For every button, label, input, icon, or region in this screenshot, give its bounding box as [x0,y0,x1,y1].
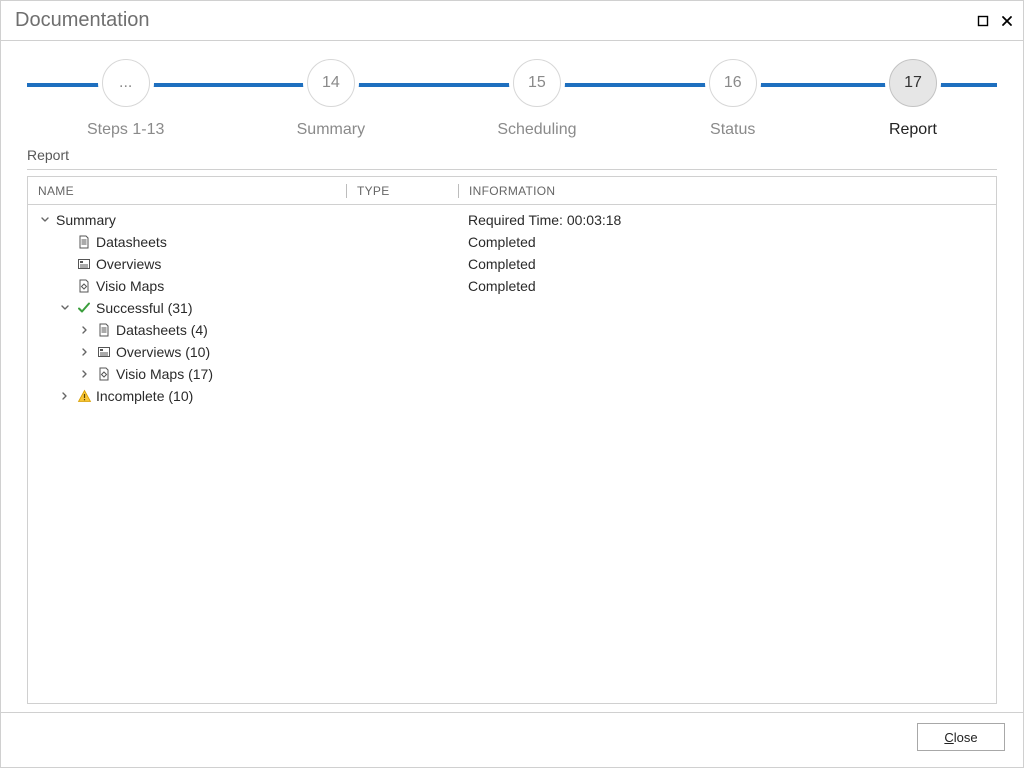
section-rule [27,169,997,170]
report-table: NAME TYPE INFORMATION Summary Required Ti… [27,176,997,704]
chevron-right-icon[interactable] [58,389,72,403]
chevron-down-icon[interactable] [38,213,52,227]
header-type[interactable]: TYPE [346,184,458,198]
chevron-down-icon[interactable] [58,301,72,315]
close-button-rest: lose [954,730,978,745]
row-name: Successful (31) [96,300,192,316]
step-circle: 15 [513,59,561,107]
information-cell: Completed [458,278,712,294]
chevron-right-icon[interactable] [78,323,92,337]
row-name: Summary [56,212,116,228]
step-circle: 16 [709,59,757,107]
step-label: Summary [297,121,365,139]
wizard-stepper: ...Steps 1-1314Summary15Scheduling16Stat… [27,59,997,121]
overview-icon [76,256,92,272]
step-circle: ... [102,59,150,107]
title-bar: Documentation [1,1,1023,41]
row-name: Overviews (10) [116,344,210,360]
header-name[interactable]: NAME [28,184,346,198]
table-row[interactable]: Incomplete (10) [28,385,996,407]
step-circle: 17 [889,59,937,107]
name-cell: Visio Maps [28,278,346,294]
chevron-right-icon[interactable] [78,367,92,381]
name-cell: Overviews [28,256,346,272]
overview-icon [96,344,112,360]
table-row[interactable]: Visio Maps (17) [28,363,996,385]
name-cell: Datasheets (4) [28,322,346,338]
step-scheduling[interactable]: 15 Scheduling [497,59,576,139]
step-summary[interactable]: 14 Summary [297,59,365,139]
name-cell: Incomplete (10) [28,388,346,404]
visio-icon [76,278,92,294]
close-icon[interactable] [999,13,1015,29]
window-controls [975,13,1015,29]
content-area: ... Steps 1-13 14 Summary 15 Scheduling 16 Stat… [1,41,1023,712]
step-status[interactable]: 16 Status [709,59,757,139]
check-icon [76,300,92,316]
step-label: Scheduling [497,121,576,139]
row-name: Datasheets [96,234,167,250]
table-row[interactable]: Overviews Completed [28,253,996,275]
step-steps-1-13[interactable]: ... Steps 1-13 [87,59,164,139]
maximize-icon[interactable] [975,13,991,29]
information-cell: Completed [458,256,712,272]
document-icon [76,234,92,250]
name-cell: Overviews (10) [28,344,346,360]
table-row[interactable]: Successful (31) [28,297,996,319]
close-button[interactable]: Close [917,723,1005,751]
information-cell: Required Time: 00:03:18 [458,212,712,228]
table-row[interactable]: Datasheets (4) [28,319,996,341]
header-information[interactable]: INFORMATION [458,184,712,198]
row-name: Incomplete (10) [96,388,193,404]
name-cell: Visio Maps (17) [28,366,346,382]
step-circle: 14 [307,59,355,107]
visio-icon [96,366,112,382]
documentation-window: Documentation ... Steps 1-13 14 Summary 15 Sc… [0,0,1024,768]
warning-icon [76,388,92,404]
table-header: NAME TYPE INFORMATION [28,177,996,205]
table-row[interactable]: Overviews (10) [28,341,996,363]
name-cell: Datasheets [28,234,346,250]
step-label: Status [710,121,755,139]
close-button-underline: C [944,730,953,745]
table-row[interactable]: Datasheets Completed [28,231,996,253]
row-name: Datasheets (4) [116,322,208,338]
row-name: Visio Maps [96,278,164,294]
information-cell: Completed [458,234,712,250]
row-name: Visio Maps (17) [116,366,213,382]
table-row[interactable]: Summary Required Time: 00:03:18 [28,209,996,231]
row-name: Overviews [96,256,161,272]
section-heading: Report [27,147,997,163]
name-cell: Summary [28,212,346,228]
document-icon [96,322,112,338]
table-body: Summary Required Time: 00:03:18 Datasheets… [28,205,996,703]
footer: Close [1,712,1023,767]
step-label: Steps 1-13 [87,121,164,139]
chevron-right-icon[interactable] [78,345,92,359]
window-title: Documentation [15,9,150,32]
table-row[interactable]: Visio Maps Completed [28,275,996,297]
step-label: Report [889,121,937,139]
step-report[interactable]: 17 Report [889,59,937,139]
name-cell: Successful (31) [28,300,346,316]
